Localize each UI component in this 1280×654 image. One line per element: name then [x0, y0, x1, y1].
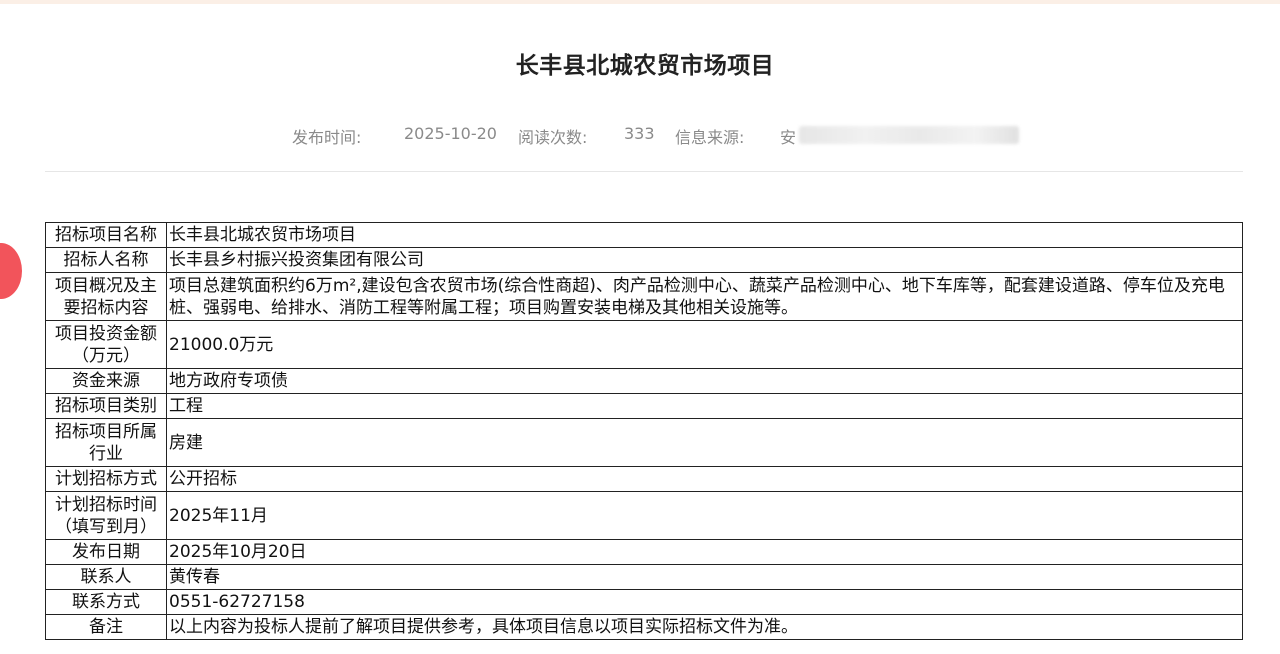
read-count-value: 333: [624, 124, 655, 143]
publish-time-label: 发布时间:: [292, 128, 362, 147]
article-title: 长丰县北城农贸市场项目: [515, 53, 775, 79]
row-value-category: 工程: [166, 393, 1243, 419]
row-label-fund-source: 资金来源: [45, 368, 167, 394]
divider: [45, 171, 1243, 172]
table-row: 联系人 黄传春: [45, 564, 1243, 590]
source-value: 安: [780, 128, 797, 147]
table-row: 备注 以上内容为投标人提前了解项目提供参考，具体项目信息以项目实际招标文件为准。: [45, 614, 1243, 640]
row-value-method: 公开招标: [166, 466, 1243, 492]
row-label-overview: 项目概况及主要招标内容: [45, 272, 167, 321]
table-row: 联系方式 0551-62727158: [45, 589, 1243, 615]
page: 长丰县北城农贸市场项目 发布时间: 2025-10-20 阅读次数: 333 信…: [0, 0, 1280, 654]
row-label-remarks: 备注: [45, 614, 167, 640]
row-label-contact-person: 联系人: [45, 564, 167, 590]
row-value-fund-source: 地方政府专项债: [166, 368, 1243, 394]
project-info-table: 招标项目名称 长丰县北城农贸市场项目 招标人名称 长丰县乡村振兴投资集团有限公司…: [45, 222, 1243, 640]
row-label-publish-date: 发布日期: [45, 539, 167, 565]
table-row: 招标项目所属行业 房建: [45, 418, 1243, 467]
row-label-tenderer: 招标人名称: [45, 247, 167, 273]
floating-badge[interactable]: [0, 243, 22, 299]
row-label-category: 招标项目类别: [45, 393, 167, 419]
table-row: 项目投资金额（万元） 21000.0万元: [45, 320, 1243, 369]
table-row: 招标项目类别 工程: [45, 393, 1243, 419]
table-row: 计划招标时间（填写到月） 2025年11月: [45, 491, 1243, 540]
row-value-plan-time: 2025年11月: [166, 491, 1243, 540]
table-row: 计划招标方式 公开招标: [45, 466, 1243, 492]
row-value-project-name: 长丰县北城农贸市场项目: [166, 222, 1243, 248]
table-row: 项目概况及主要招标内容 项目总建筑面积约6万m²,建设包含农贸市场(综合性商超)…: [45, 272, 1243, 321]
row-value-overview: 项目总建筑面积约6万m²,建设包含农贸市场(综合性商超)、肉产品检测中心、蔬菜产…: [166, 272, 1243, 321]
redacted-source: [799, 126, 1019, 144]
table-row: 资金来源 地方政府专项债: [45, 368, 1243, 394]
row-value-contact-person: 黄传春: [166, 564, 1243, 590]
row-value-contact-phone: 0551-62727158: [166, 589, 1243, 615]
table-row: 发布日期 2025年10月20日: [45, 539, 1243, 565]
read-count-label: 阅读次数:: [518, 128, 588, 147]
source-label: 信息来源:: [675, 128, 745, 147]
publish-time-value: 2025-10-20: [404, 124, 497, 143]
table-row: 招标项目名称 长丰县北城农贸市场项目: [45, 222, 1243, 248]
row-label-project-name: 招标项目名称: [45, 222, 167, 248]
row-label-industry: 招标项目所属行业: [45, 418, 167, 467]
row-value-publish-date: 2025年10月20日: [166, 539, 1243, 565]
row-value-tenderer: 长丰县乡村振兴投资集团有限公司: [166, 247, 1243, 273]
row-value-remarks: 以上内容为投标人提前了解项目提供参考，具体项目信息以项目实际招标文件为准。: [166, 614, 1243, 640]
row-value-industry: 房建: [166, 418, 1243, 467]
row-label-method: 计划招标方式: [45, 466, 167, 492]
row-value-investment: 21000.0万元: [166, 320, 1243, 369]
table-row: 招标人名称 长丰县乡村振兴投资集团有限公司: [45, 247, 1243, 273]
row-label-investment: 项目投资金额（万元）: [45, 320, 167, 369]
row-label-plan-time: 计划招标时间（填写到月）: [45, 491, 167, 540]
row-label-contact-phone: 联系方式: [45, 589, 167, 615]
top-strip: [0, 0, 1280, 4]
